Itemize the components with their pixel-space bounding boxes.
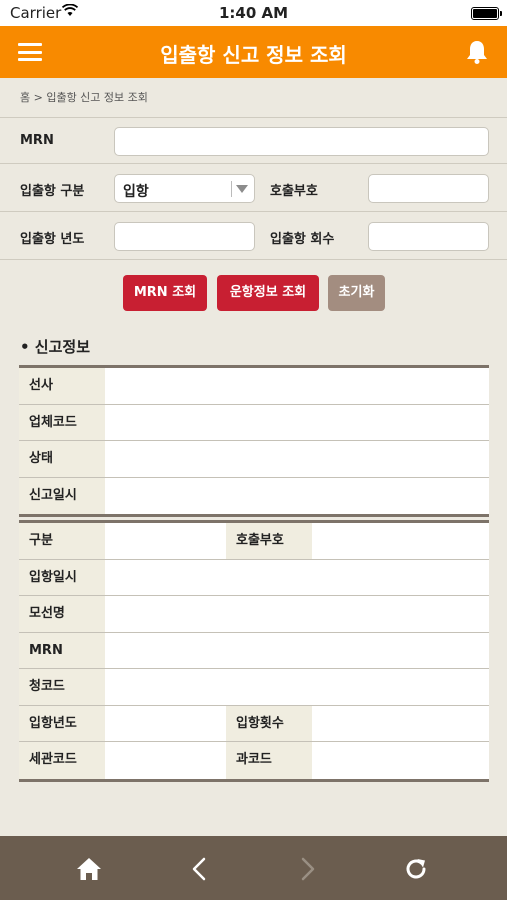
ship-name-label: 모선명	[19, 596, 105, 632]
division-code-label: 과코드	[226, 742, 312, 779]
entry-count-cell-value	[312, 706, 489, 742]
table-row: 업체코드	[19, 404, 489, 441]
refresh-icon[interactable]	[399, 852, 433, 886]
ship-name-value	[105, 596, 489, 632]
bottom-nav	[0, 836, 507, 900]
table-row: 입항일시	[19, 559, 489, 596]
table-row: 상태	[19, 441, 489, 478]
division-code-value	[312, 742, 489, 779]
entry-type-select[interactable]: 입항	[114, 174, 255, 203]
entry-year-label: 입출항 년도	[20, 232, 85, 247]
office-code-value	[105, 669, 489, 705]
mrn-cell-value	[105, 633, 489, 669]
call-sign-label: 호출부호	[270, 184, 318, 199]
status-label: 상태	[19, 441, 105, 477]
year-row: 입출항 년도 입출항 회수	[0, 213, 507, 260]
status-value	[105, 441, 489, 477]
company-code-value	[105, 405, 489, 441]
entry-year-cell-label: 입항년도	[19, 705, 105, 741]
entry-year-cell-value	[105, 706, 226, 742]
dropdown-arrow-icon	[236, 185, 248, 193]
mrn-input[interactable]	[114, 127, 489, 156]
customs-code-label: 세관코드	[19, 742, 105, 779]
voyage-search-button[interactable]: 운항정보 조회	[217, 275, 319, 311]
mrn-label: MRN	[20, 133, 54, 148]
breadcrumb: 홈 > 입출항 신고 정보 조회	[20, 91, 148, 104]
table-row: 선사	[19, 368, 489, 405]
table-row: 신고일시	[19, 477, 489, 515]
voyage-info-table: 구분 호출부호 입항일시 모선명 MRN 청코드 입항년도 입항횟수 세관코드 …	[19, 520, 489, 782]
call-sign-input[interactable]	[368, 174, 489, 203]
report-datetime-value	[105, 478, 489, 515]
table-row: 입항년도 입항횟수	[19, 705, 489, 742]
home-icon[interactable]	[72, 852, 106, 886]
entry-count-cell-label: 입항횟수	[226, 705, 312, 741]
entry-count-input[interactable]	[368, 222, 489, 251]
office-code-label: 청코드	[19, 669, 105, 705]
table-row: 구분 호출부호	[19, 523, 489, 560]
status-bar: Carrier 1:40 AM	[0, 0, 507, 26]
entry-datetime-label: 입항일시	[19, 559, 105, 595]
chevron-left-icon[interactable]	[183, 852, 217, 886]
table-row: 모선명	[19, 596, 489, 633]
shipping-company-label: 선사	[19, 368, 105, 404]
call-sign-cell-value	[312, 523, 489, 559]
table-row: MRN	[19, 632, 489, 669]
shipping-company-value	[105, 368, 489, 404]
entry-datetime-value	[105, 560, 489, 596]
app-header: 입출항 신고 정보 조회	[0, 26, 507, 78]
type-row: 입출항 구분 입항 호출부호	[0, 165, 507, 212]
mrn-cell-label: MRN	[19, 632, 105, 668]
mrn-row: MRN	[0, 117, 507, 164]
bell-icon[interactable]	[463, 38, 491, 66]
entry-year-input[interactable]	[114, 222, 255, 251]
mrn-search-button[interactable]: MRN 조회	[123, 275, 207, 311]
clock: 1:40 AM	[218, 4, 289, 22]
entry-count-label: 입출항 회수	[270, 232, 335, 247]
customs-code-value	[105, 742, 226, 779]
company-code-label: 업체코드	[19, 404, 105, 440]
section-title: • 신고정보	[20, 338, 91, 356]
type-value	[105, 523, 226, 559]
entry-type-label: 입출항 구분	[20, 184, 85, 199]
call-sign-cell-label: 호출부호	[226, 523, 312, 559]
type-label: 구분	[19, 523, 105, 559]
table-row: 청코드	[19, 669, 489, 706]
report-datetime-label: 신고일시	[19, 477, 105, 514]
table-row: 세관코드 과코드	[19, 742, 489, 779]
entry-type-value: 입항	[123, 184, 149, 200]
reset-button[interactable]: 초기화	[328, 275, 385, 311]
report-info-table: 선사 업체코드 상태 신고일시	[19, 365, 489, 517]
page-title: 입출항 신고 정보 조회	[160, 43, 347, 67]
battery-icon	[471, 7, 502, 20]
chevron-right-icon[interactable]	[290, 852, 324, 886]
